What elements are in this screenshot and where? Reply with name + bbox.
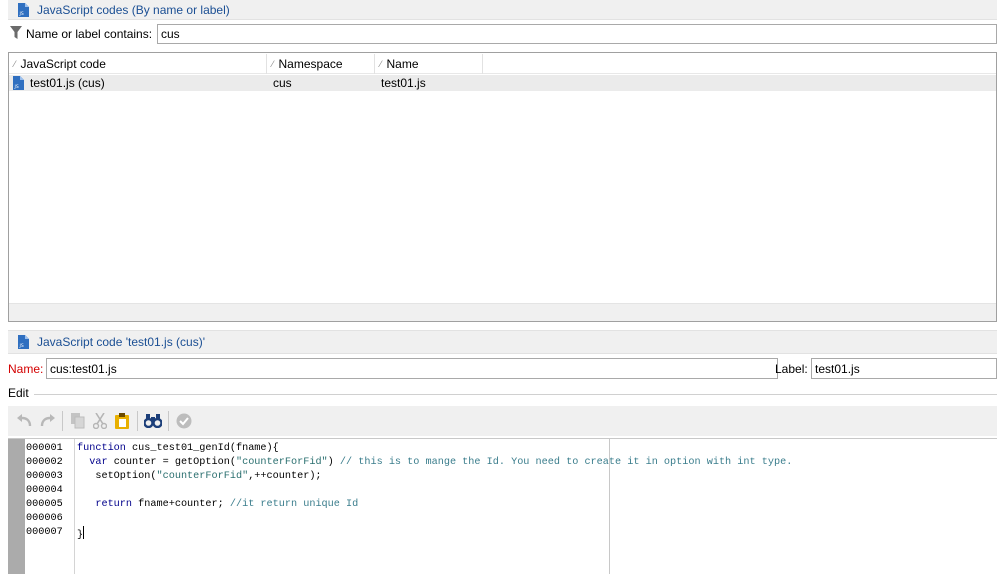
- svg-text:JS: JS: [19, 11, 24, 17]
- undo-icon[interactable]: [14, 410, 36, 432]
- line-number: 000005: [26, 499, 63, 510]
- divider: [34, 394, 997, 395]
- find-binoculars-icon[interactable]: [142, 410, 164, 432]
- text-caret: [83, 526, 85, 539]
- cell-name: test01.js: [381, 76, 426, 90]
- toolbar-separator: [137, 411, 138, 431]
- code-line: ​: [77, 484, 992, 498]
- check-icon[interactable]: [173, 410, 195, 432]
- cut-icon[interactable]: [89, 410, 111, 432]
- edit-section: Edit: [8, 386, 997, 400]
- svg-text:JS: JS: [19, 343, 24, 349]
- column-header-code[interactable]: ⁄ JavaScript code: [9, 54, 267, 74]
- paste-icon[interactable]: [111, 410, 133, 432]
- cell-code-text: test01.js (cus): [30, 76, 105, 90]
- code-line: }: [77, 526, 992, 543]
- list-header: ⁄ JavaScript code ⁄ Namespace ⁄ Name: [9, 54, 996, 74]
- editor-margin: [8, 439, 25, 574]
- results-list: ⁄ JavaScript code ⁄ Namespace ⁄ Name JS …: [8, 52, 997, 322]
- toolbar-separator: [62, 411, 63, 431]
- list-rows: JS test01.js (cus) cus test01.js: [9, 75, 996, 91]
- column-header-label: JavaScript code: [20, 57, 106, 71]
- search-panel-title: JavaScript codes (By name or label): [37, 2, 230, 17]
- column-header-label: Name: [386, 57, 419, 71]
- line-number: 000006: [26, 513, 63, 524]
- column-header-name[interactable]: ⁄ Name: [375, 54, 483, 74]
- toolbar-separator: [168, 411, 169, 431]
- sort-icon: ⁄: [14, 59, 16, 69]
- svg-text:JS: JS: [14, 84, 19, 90]
- sort-icon: ⁄: [380, 59, 382, 69]
- filter-label: Name or label contains:: [26, 27, 153, 41]
- cell-namespace: cus: [273, 76, 292, 90]
- filter-input[interactable]: [157, 24, 997, 44]
- code-line: ​: [77, 512, 992, 526]
- line-number: 000003: [26, 471, 63, 482]
- code-line: function cus_test01_genId(fname){: [77, 443, 279, 454]
- search-panel-header: JS JavaScript codes (By name or label): [8, 0, 997, 20]
- line-numbers: 000001 000002 000003 000004 000005 00000…: [26, 442, 74, 540]
- line-number: 000002: [26, 457, 63, 468]
- name-field-label: Name:: [8, 362, 44, 376]
- detail-panel-title: JavaScript code 'test01.js (cus)': [37, 335, 205, 349]
- name-label-row: Name: Label:: [8, 358, 997, 380]
- code-text[interactable]: function cus_test01_genId(fname){ var co…: [77, 442, 992, 543]
- filter-row: Name or label contains:: [8, 22, 997, 46]
- column-header-label: Namespace: [278, 57, 343, 71]
- editor-toolbar: [8, 406, 997, 436]
- label-field[interactable]: [811, 358, 997, 379]
- detail-panel-header: JS JavaScript code 'test01.js (cus)': [8, 330, 997, 354]
- code-line: setOption("counterForFid",++counter);: [77, 471, 322, 482]
- js-file-icon: JS: [18, 335, 29, 349]
- name-field[interactable]: [46, 358, 778, 379]
- redo-icon[interactable]: [36, 410, 58, 432]
- line-number: 000007: [26, 527, 63, 538]
- horizontal-scrollbar[interactable]: [9, 303, 996, 321]
- gutter-divider: [74, 439, 75, 574]
- label-field-label: Label:: [775, 362, 808, 376]
- code-line: return fname+counter; //it return unique…: [95, 499, 359, 510]
- code-editor[interactable]: 000001 000002 000003 000004 000005 00000…: [8, 438, 997, 574]
- table-row[interactable]: JS test01.js (cus) cus test01.js: [9, 75, 996, 91]
- edit-section-legend: Edit: [8, 386, 32, 400]
- js-file-icon: JS: [18, 2, 29, 17]
- js-file-icon: JS: [13, 76, 24, 90]
- line-number: 000004: [26, 485, 63, 496]
- code-line: var counter = getOption("counterForFid")…: [89, 457, 793, 468]
- copy-icon[interactable]: [67, 410, 89, 432]
- cell-code: JS test01.js (cus): [9, 76, 267, 90]
- column-header-namespace[interactable]: ⁄ Namespace: [267, 54, 375, 74]
- sort-icon: ⁄: [272, 59, 274, 69]
- filter-funnel-icon: [10, 25, 22, 43]
- line-number: 000001: [26, 443, 63, 454]
